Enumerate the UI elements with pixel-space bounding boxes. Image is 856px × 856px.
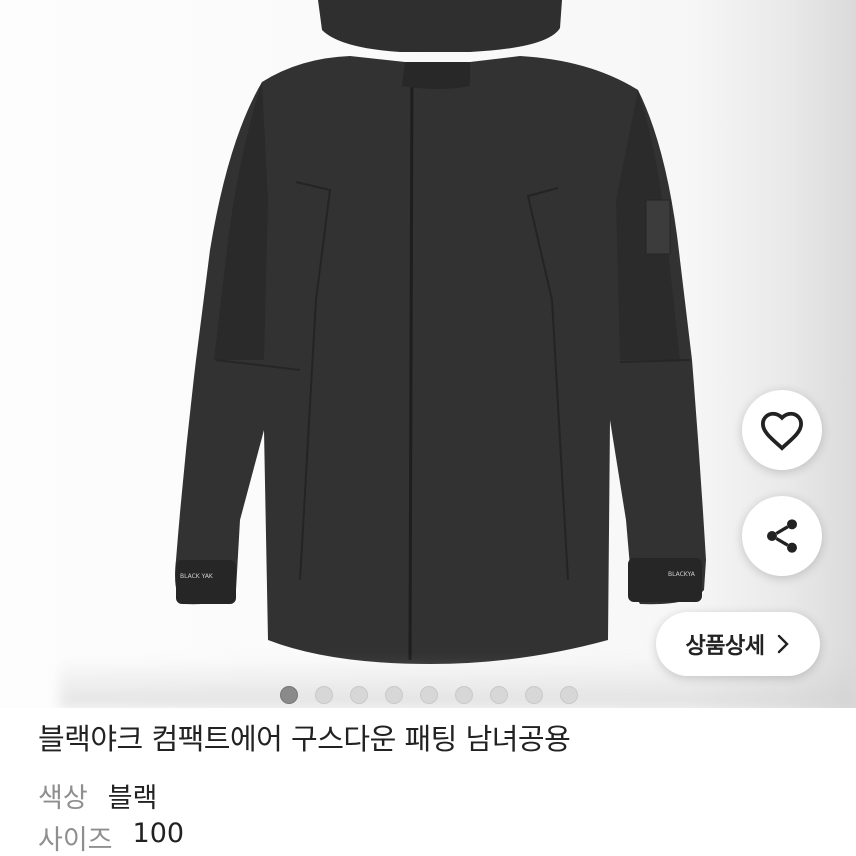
jacket-illustration: BLACK YAK BLACKYA bbox=[175, 0, 706, 664]
color-label: 색상 bbox=[38, 783, 88, 814]
carousel-dot-5[interactable] bbox=[420, 686, 438, 704]
cuff-logo-left: BLACK YAK bbox=[180, 573, 214, 580]
chevron-right-icon bbox=[778, 634, 790, 654]
product-detail-label: 상품상세 bbox=[685, 634, 765, 659]
carousel-dot-3[interactable] bbox=[350, 686, 368, 704]
like-button[interactable] bbox=[742, 390, 822, 470]
carousel-dot-7[interactable] bbox=[490, 686, 508, 704]
carousel-dot-8[interactable] bbox=[525, 686, 543, 704]
share-icon bbox=[767, 519, 797, 553]
size-value: 100 bbox=[132, 818, 185, 849]
carousel-dot-9[interactable] bbox=[560, 686, 578, 704]
product-title: 블랙야크 컴팩트에어 구스다운 패팅 남녀공용 bbox=[38, 722, 571, 756]
carousel-dot-2[interactable] bbox=[315, 686, 333, 704]
color-row: 색상 블랙 bbox=[38, 776, 157, 815]
carousel-dot-6[interactable] bbox=[455, 686, 473, 704]
product-detail-button[interactable]: 상품상세 bbox=[656, 612, 820, 676]
share-button[interactable] bbox=[742, 496, 822, 576]
cuff-logo-right: BLACKYA bbox=[668, 571, 696, 578]
carousel-dot-1[interactable] bbox=[280, 686, 298, 704]
carousel-dot-4[interactable] bbox=[385, 686, 403, 704]
product-image[interactable]: BLACK YAK BLACKYA bbox=[0, 0, 856, 708]
size-row: 사이즈 100 bbox=[38, 818, 184, 856]
heart-icon bbox=[760, 411, 804, 451]
size-label: 사이즈 bbox=[38, 825, 113, 856]
color-value: 블랙 bbox=[107, 783, 158, 814]
